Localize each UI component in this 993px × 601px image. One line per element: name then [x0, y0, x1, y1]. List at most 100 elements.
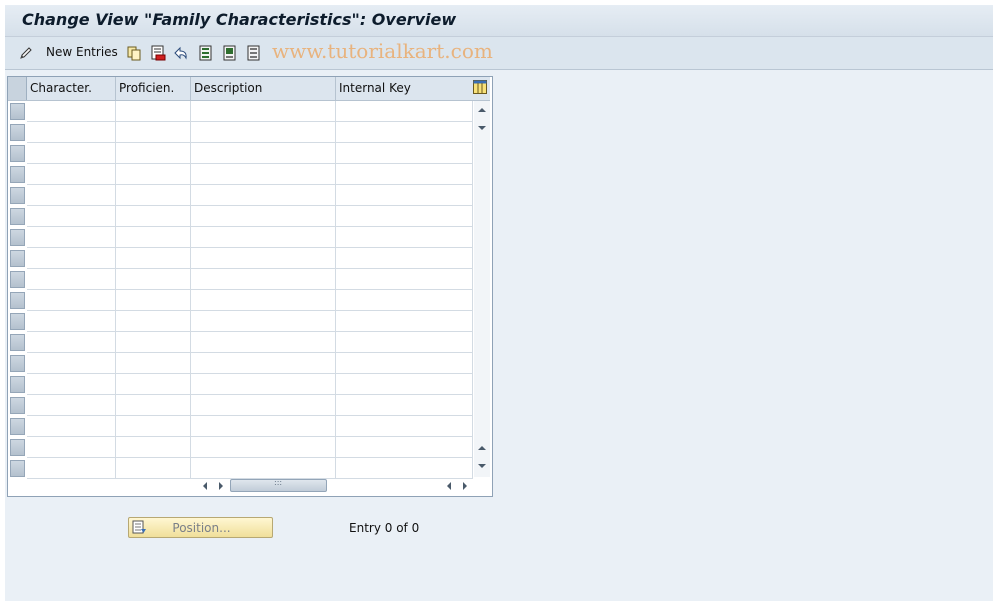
row-selector[interactable] — [10, 418, 25, 435]
table-cell[interactable] — [191, 311, 336, 332]
table-cell[interactable] — [116, 248, 191, 269]
row-selector[interactable] — [10, 292, 25, 309]
row-selector[interactable] — [10, 187, 25, 204]
row-selector[interactable] — [10, 439, 25, 456]
table-cell[interactable] — [27, 458, 116, 479]
table-cell[interactable] — [191, 437, 336, 458]
table-cell[interactable] — [336, 101, 473, 122]
horizontal-scrollbar[interactable]: ::: — [191, 478, 473, 494]
table-cell[interactable] — [191, 101, 336, 122]
table-cell[interactable] — [336, 290, 473, 311]
table-cell[interactable] — [336, 122, 473, 143]
table-cell[interactable] — [27, 374, 116, 395]
table-cell[interactable] — [27, 101, 116, 122]
scroll-page-up-arrow-icon[interactable] — [474, 441, 490, 455]
table-cell[interactable] — [27, 185, 116, 206]
table-cell[interactable] — [336, 269, 473, 290]
table-cell[interactable] — [191, 290, 336, 311]
table-cell[interactable] — [116, 206, 191, 227]
row-selector[interactable] — [10, 208, 25, 225]
row-selector[interactable] — [10, 103, 25, 120]
column-header-internal-key[interactable]: Internal Key — [336, 77, 473, 100]
table-cell[interactable] — [27, 122, 116, 143]
table-cell[interactable] — [336, 185, 473, 206]
table-cell[interactable] — [336, 311, 473, 332]
scroll-page-down-arrow-icon[interactable] — [474, 121, 490, 135]
table-cell[interactable] — [27, 290, 116, 311]
table-cell[interactable] — [336, 143, 473, 164]
table-cell[interactable] — [191, 395, 336, 416]
edit-pencil-icon[interactable] — [18, 45, 34, 61]
table-cell[interactable] — [336, 353, 473, 374]
table-cell[interactable] — [116, 185, 191, 206]
table-cell[interactable] — [191, 185, 336, 206]
table-cell[interactable] — [191, 374, 336, 395]
table-cell[interactable] — [336, 437, 473, 458]
table-cell[interactable] — [336, 332, 473, 353]
table-cell[interactable] — [191, 416, 336, 437]
table-cell[interactable] — [27, 353, 116, 374]
position-button[interactable]: Position... — [128, 517, 273, 538]
row-selector[interactable] — [10, 334, 25, 351]
delete-icon[interactable] — [150, 45, 166, 61]
column-header-character[interactable]: Character. — [27, 77, 116, 100]
table-cell[interactable] — [191, 353, 336, 374]
table-cell[interactable] — [116, 374, 191, 395]
table-cell[interactable] — [191, 269, 336, 290]
table-cell[interactable] — [27, 416, 116, 437]
new-entries-button[interactable]: New Entries — [46, 45, 118, 59]
row-selector[interactable] — [10, 124, 25, 141]
table-cell[interactable] — [116, 227, 191, 248]
table-cell[interactable] — [116, 122, 191, 143]
row-selector[interactable] — [10, 397, 25, 414]
table-cell[interactable] — [191, 143, 336, 164]
row-selector[interactable] — [10, 376, 25, 393]
table-cell[interactable] — [191, 332, 336, 353]
table-cell[interactable] — [116, 164, 191, 185]
scroll-right-arrow-icon[interactable] — [215, 479, 227, 493]
table-cell[interactable] — [336, 206, 473, 227]
table-cell[interactable] — [191, 458, 336, 479]
table-cell[interactable] — [336, 248, 473, 269]
table-cell[interactable] — [116, 395, 191, 416]
table-cell[interactable] — [27, 227, 116, 248]
copy-icon[interactable] — [126, 45, 142, 61]
scroll-up-arrow-icon[interactable] — [474, 103, 490, 117]
scroll-page-left-arrow-icon[interactable] — [443, 479, 455, 493]
table-cell[interactable] — [27, 437, 116, 458]
table-cell[interactable] — [191, 122, 336, 143]
table-cell[interactable] — [27, 206, 116, 227]
table-cell[interactable] — [336, 395, 473, 416]
table-cell[interactable] — [336, 458, 473, 479]
table-cell[interactable] — [27, 164, 116, 185]
vertical-scrollbar[interactable] — [474, 101, 490, 477]
table-cell[interactable] — [116, 269, 191, 290]
table-cell[interactable] — [116, 332, 191, 353]
table-cell[interactable] — [116, 290, 191, 311]
table-cell[interactable] — [116, 143, 191, 164]
scroll-page-right-arrow-icon[interactable] — [459, 479, 471, 493]
table-cell[interactable] — [336, 164, 473, 185]
column-header-proficiency[interactable]: Proficien. — [116, 77, 191, 100]
table-cell[interactable] — [191, 164, 336, 185]
scroll-down-arrow-icon[interactable] — [474, 459, 490, 473]
row-selector[interactable] — [10, 250, 25, 267]
row-selector[interactable] — [10, 166, 25, 183]
table-cell[interactable] — [116, 437, 191, 458]
horizontal-scroll-thumb[interactable]: ::: — [230, 478, 327, 492]
table-cell[interactable] — [116, 101, 191, 122]
column-header-description[interactable]: Description — [191, 77, 336, 100]
table-cell[interactable] — [116, 311, 191, 332]
table-cell[interactable] — [27, 269, 116, 290]
row-selector[interactable] — [10, 355, 25, 372]
table-cell[interactable] — [336, 227, 473, 248]
select-block-icon[interactable] — [222, 45, 238, 61]
table-cell[interactable] — [116, 458, 191, 479]
table-settings-icon[interactable] — [473, 80, 487, 94]
row-selector[interactable] — [10, 271, 25, 288]
table-cell[interactable] — [116, 353, 191, 374]
table-cell[interactable] — [336, 374, 473, 395]
table-cell[interactable] — [116, 416, 191, 437]
row-selector[interactable] — [10, 313, 25, 330]
table-cell[interactable] — [27, 395, 116, 416]
